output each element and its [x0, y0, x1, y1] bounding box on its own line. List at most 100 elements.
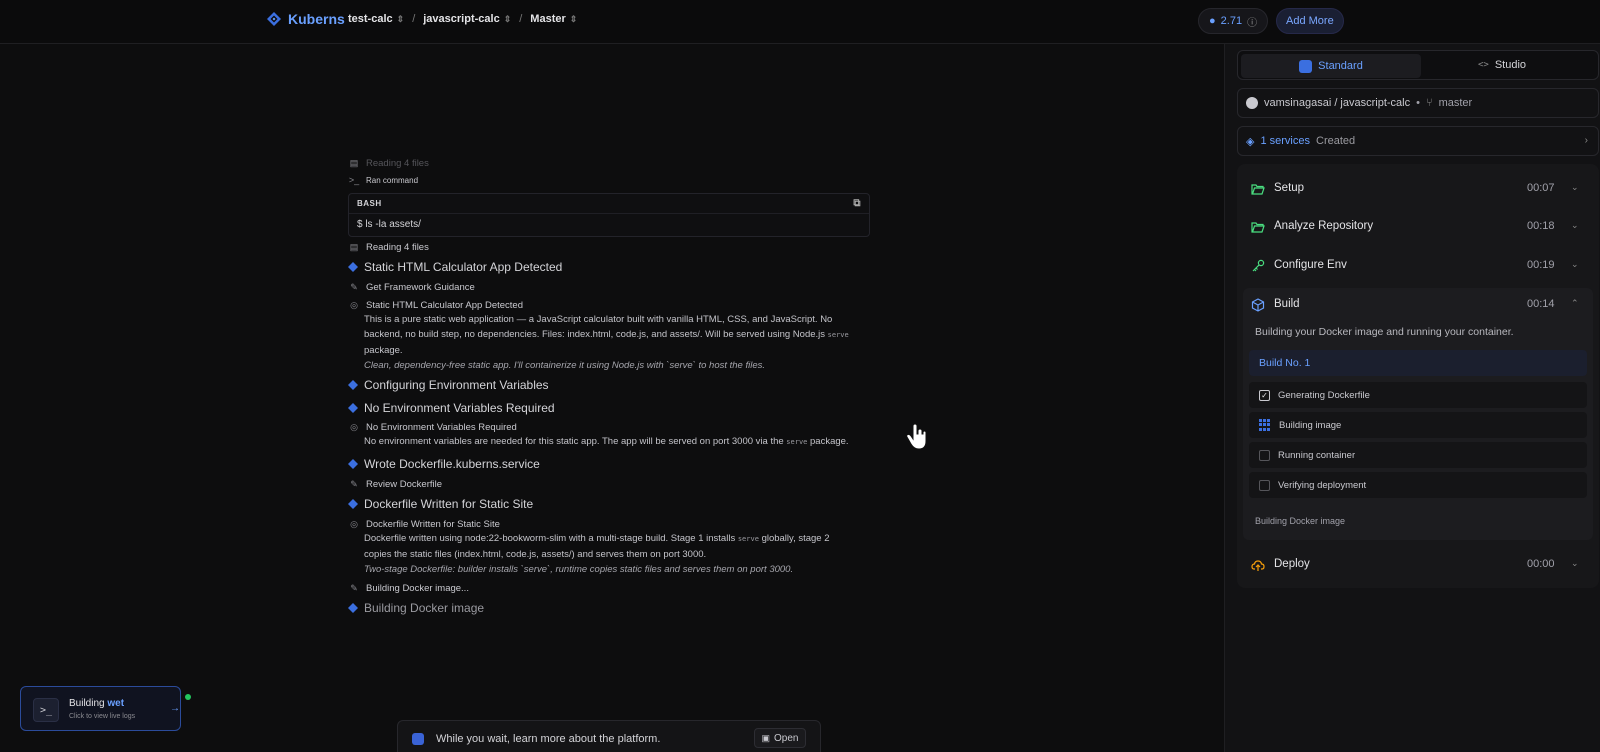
- chevron-down-icon: ⌄: [1571, 182, 1579, 192]
- inline-code: serve: [737, 535, 759, 543]
- tab-standard[interactable]: Standard: [1241, 54, 1421, 78]
- step-label: Deploy: [1274, 558, 1310, 570]
- toast-subtitle: Click to view live logs: [69, 713, 136, 720]
- key-icon: [1252, 259, 1265, 272]
- tab-standard-label: Standard: [1318, 60, 1363, 72]
- list-item: ✎ Review Dockerfile: [348, 479, 442, 490]
- paragraph-line: backend, no build step, no dependencies.…: [364, 327, 864, 343]
- list-item: ◎ Static HTML Calculator App Detected: [348, 300, 523, 311]
- repo-info[interactable]: vamsinagasai / javascript-calc • ⑂ maste…: [1237, 88, 1599, 118]
- services-count: 1 services: [1260, 135, 1310, 147]
- breadcrumb-separator: /: [519, 13, 523, 25]
- list-item: ✎ Get Framework Guidance: [348, 282, 475, 293]
- feed-item-title: Dockerfile Written for Static Site: [364, 497, 534, 511]
- checkbox-empty-icon: [1259, 479, 1270, 491]
- deployment-panel: Standard <> Studio vamsinagasai / javasc…: [1224, 44, 1600, 752]
- list-item: Wrote Dockerfile.kuberns.service: [348, 457, 540, 471]
- toast-title: Building wet: [69, 698, 124, 709]
- bash-command: $ ls -la assets/: [357, 219, 421, 230]
- step-analyze-repository[interactable]: Analyze Repository 00:18 ⌄: [1237, 210, 1599, 244]
- breadcrumb: test-calc ⇕ / javascript-calc ⇕ / Master ⇕: [348, 13, 577, 25]
- repo-branch: master: [1438, 97, 1473, 109]
- chevron-updown-icon: ⇕: [503, 13, 512, 24]
- step-time: 00:14: [1527, 298, 1555, 310]
- feed-italic-note: Two-stage Dockerfile: builder installs `…: [364, 564, 794, 575]
- toast-title-label: Building: [69, 698, 105, 709]
- add-more-button[interactable]: Add More: [1276, 8, 1344, 34]
- kuberns-diamond-icon: [348, 499, 358, 509]
- paragraph-line: This is a pure static web application — …: [364, 314, 833, 325]
- brand-name: Kuberns: [288, 11, 345, 27]
- loading-grid-icon: [1259, 419, 1271, 431]
- cube-icon: [1251, 298, 1265, 312]
- substep-verifying-deployment: Verifying deployment: [1249, 472, 1587, 498]
- build-description: Building your Docker image and running y…: [1255, 326, 1514, 338]
- breadcrumb-repo[interactable]: javascript-calc ⇕: [423, 13, 511, 25]
- breadcrumb-separator: /: [412, 13, 416, 25]
- activity-icon: [1299, 59, 1313, 73]
- breadcrumb-project[interactable]: test-calc ⇕: [348, 13, 404, 25]
- list-item: Configuring Environment Variables: [348, 378, 549, 392]
- list-item: >_ Ran command: [348, 175, 418, 185]
- step-setup[interactable]: Setup 00:07 ⌄: [1237, 172, 1599, 206]
- inline-code: serve: [827, 331, 849, 339]
- kuberns-diamond-icon: [348, 262, 358, 272]
- open-button[interactable]: ▣ Open: [754, 728, 806, 748]
- deployment-steps: Setup 00:07 ⌄ Analyze Repository 00:18 ⌄…: [1237, 164, 1599, 588]
- feed-item-title: Static HTML Calculator App Detected: [364, 260, 563, 274]
- copy-icon[interactable]: ⧉: [853, 198, 861, 209]
- feed-italic-note: Clean, dependency-free static app. I'll …: [364, 360, 766, 371]
- folder-open-icon: [1251, 184, 1265, 195]
- paragraph-line: copies the static files (index.html, cod…: [364, 549, 707, 560]
- step-deploy[interactable]: Deploy 00:00 ⌄: [1237, 548, 1599, 582]
- chevron-right-icon: ›: [1584, 135, 1588, 146]
- file-icon: ▤: [349, 158, 359, 168]
- step-build[interactable]: Build 00:14 ⌃: [1237, 288, 1599, 322]
- mode-toggle: Standard <> Studio: [1237, 50, 1599, 80]
- kuberns-diamond-icon: [348, 380, 358, 390]
- open-button-label: Open: [774, 732, 799, 744]
- kuberns-diamond-icon: [348, 603, 358, 613]
- feed-item-title: Building Docker image: [364, 601, 485, 615]
- breadcrumb-project-label: test-calc: [348, 13, 393, 25]
- credits-value: 2.71: [1220, 15, 1243, 27]
- terminal-icon: >_: [348, 175, 360, 185]
- banner-text: While you wait, learn more about the pla…: [436, 733, 661, 745]
- kuberns-square-icon: [412, 733, 424, 745]
- chevron-down-icon: ⌄: [1571, 220, 1579, 230]
- substep-generating-dockerfile: ✓ Generating Dockerfile: [1249, 382, 1587, 408]
- paragraph-text: backend, no build step, no dependencies.…: [364, 329, 826, 340]
- feed-paragraph: No environment variables are needed for …: [364, 434, 864, 450]
- chevron-updown-icon: ⇕: [396, 13, 405, 24]
- build-status-toast[interactable]: >_ Building wet Click to view live logs …: [20, 686, 191, 731]
- step-build-expanded: Build 00:14 ⌃ Building your Docker image…: [1243, 288, 1593, 540]
- services-status: Created: [1316, 135, 1356, 147]
- bash-code-block: BASH ⧉ $ ls -la assets/: [348, 193, 870, 237]
- bash-header: BASH ⧉: [349, 194, 869, 214]
- breadcrumb-branch-label: Master: [530, 13, 566, 25]
- kuberns-diamond-icon: [348, 403, 358, 413]
- credits-badge[interactable]: ● 2.71 ⓘ: [1198, 8, 1269, 34]
- services-summary[interactable]: ◈ 1 services Created ›: [1237, 126, 1599, 156]
- breadcrumb-branch[interactable]: Master ⇕: [530, 13, 577, 25]
- toast-highlight: wet: [107, 698, 125, 709]
- build-number[interactable]: Build No. 1: [1249, 350, 1587, 376]
- build-status-text: Building Docker image: [1255, 516, 1346, 526]
- brand[interactable]: Kuberns: [266, 11, 345, 27]
- step-configure-env[interactable]: Configure Env 00:19 ⌄: [1237, 249, 1599, 283]
- arrow-right-icon: →: [170, 703, 180, 714]
- top-bar: Kuberns test-calc ⇕ / javascript-calc ⇕ / …: [0, 0, 1600, 44]
- feed-item-label: Ran command: [366, 175, 419, 185]
- list-item: ◎ No Environment Variables Required: [348, 422, 517, 433]
- feed-item-label: Reading 4 files: [366, 242, 429, 253]
- feed-item-label: Building Docker image...: [366, 583, 469, 594]
- code-icon: <>: [1478, 60, 1489, 70]
- tab-studio[interactable]: <> Studio: [1478, 59, 1526, 71]
- branch-icon: ⑂: [1425, 97, 1433, 109]
- cloud-upload-icon: [1251, 560, 1265, 571]
- paragraph-text: No environment variables are needed for …: [364, 436, 784, 447]
- paragraph-line: Dockerfile written using node:22-bookwor…: [364, 531, 864, 547]
- paragraph-text: Dockerfile written using node:22-bookwor…: [364, 533, 736, 544]
- step-label: Build: [1274, 298, 1300, 310]
- list-item: Dockerfile Written for Static Site: [348, 497, 533, 511]
